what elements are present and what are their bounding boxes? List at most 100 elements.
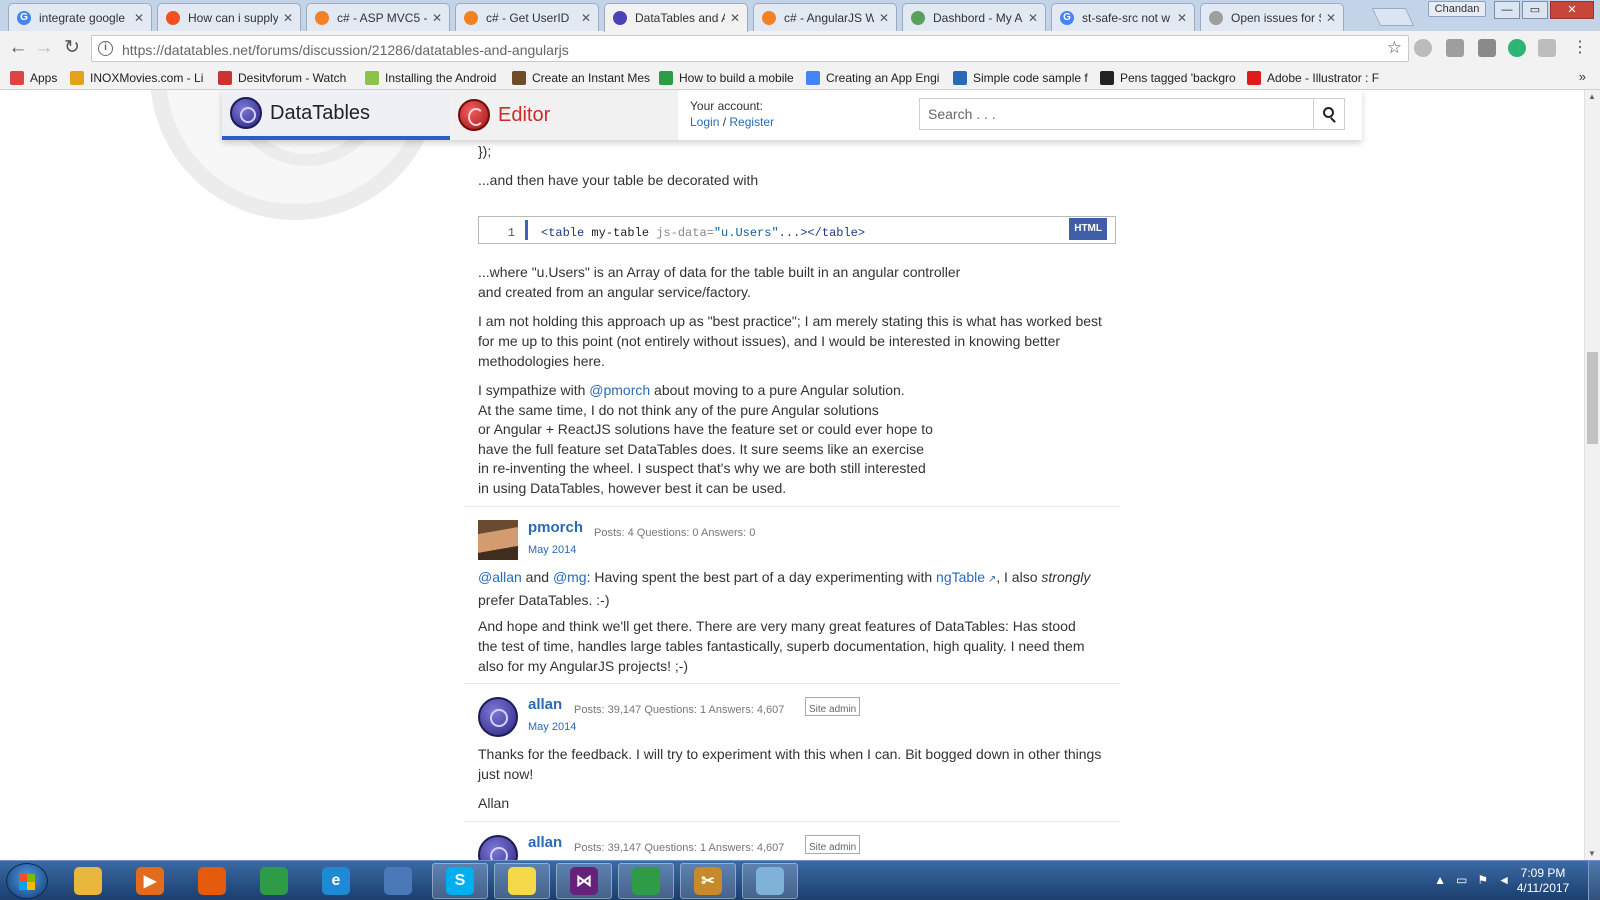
globe-extension-icon[interactable] (1414, 39, 1432, 57)
author-name[interactable]: allan (528, 833, 562, 853)
bookmarks-overflow-icon[interactable]: » (1579, 69, 1586, 84)
mention-pmorch-link[interactable]: @pmorch (589, 382, 650, 398)
taskbar-app[interactable] (742, 863, 798, 899)
author-name[interactable]: pmorch (528, 518, 583, 538)
para3-line1: I sympathize with @pmorch about moving t… (478, 380, 1118, 400)
url-text[interactable]: https://datatables.net/forums/discussion… (122, 42, 569, 58)
chrome-menu-icon[interactable]: ⋮ (1568, 37, 1592, 61)
bookmark-item[interactable]: Pens tagged 'backgro (1100, 69, 1240, 87)
profile-button[interactable]: Chandan (1428, 1, 1486, 17)
upload-extension-icon[interactable] (1538, 39, 1556, 57)
bookmark-item[interactable]: Creating an App Engi (806, 69, 946, 87)
inox-icon (70, 71, 84, 85)
forward-button[interactable]: → (32, 37, 56, 61)
volume-icon[interactable]: ◄ (1498, 873, 1510, 887)
browser-tab[interactable]: c# - ASP MVC5 - ✕ (306, 3, 450, 31)
site-info-icon[interactable]: i (98, 41, 113, 56)
taskbar-app[interactable] (184, 863, 240, 899)
author-name[interactable]: allan (528, 695, 562, 715)
scroll-down-icon[interactable]: ▼ (1588, 849, 1596, 858)
browser-tab[interactable]: c# - Get UserID ✕ (455, 3, 599, 31)
taskbar-app[interactable] (494, 863, 550, 899)
bookmark-item[interactable]: INOXMovies.com - Li (70, 69, 210, 87)
taskbar-app[interactable]: e (308, 863, 364, 899)
code-gutter-bar (525, 220, 528, 240)
mention-allan-link[interactable]: @allan (478, 569, 522, 585)
browser-tab[interactable]: DataTables and A ✕ (604, 3, 748, 32)
browser-tab[interactable]: c# - AngularJS W ✕ (753, 3, 897, 31)
ngtable-link[interactable]: ngTable (936, 569, 985, 585)
clock-date: 4/11/2017 (1516, 881, 1570, 895)
bookmark-item[interactable]: How to build a mobile (659, 69, 799, 87)
search-button[interactable] (1313, 99, 1344, 129)
code-language-badge[interactable]: HTML (1069, 218, 1107, 240)
bookmark-star-icon[interactable]: ☆ (1387, 38, 1402, 58)
pmorch-para1: @allan and @mg: Having spent the best pa… (478, 567, 1108, 610)
show-desktop-button[interactable] (1588, 861, 1600, 900)
page-scrollbar[interactable]: ▲ ▼ (1584, 90, 1600, 860)
taskbar-app[interactable] (618, 863, 674, 899)
browser-tab[interactable]: How can i supply ✕ (157, 3, 301, 31)
action-center-icon[interactable]: ⚑ (1477, 873, 1488, 887)
grammar-extension-icon[interactable] (1446, 39, 1464, 57)
back-button[interactable]: ← (6, 37, 30, 61)
allan-para1: Thanks for the feedback. I will try to e… (478, 746, 1102, 782)
reload-button[interactable]: ↻ (60, 37, 84, 61)
avatar[interactable] (478, 697, 518, 737)
browser-tab[interactable]: Dashbord - My A ✕ (902, 3, 1046, 31)
start-button[interactable] (6, 863, 48, 899)
maximize-button[interactable]: ▭ (1522, 1, 1548, 19)
taskbar-app[interactable] (60, 863, 116, 899)
tab-title: Open issues for S (1231, 10, 1321, 25)
close-tab-icon[interactable]: ✕ (1325, 11, 1337, 25)
register-link[interactable]: Register (729, 115, 774, 129)
login-link[interactable]: Login (690, 115, 719, 129)
new-tab-button[interactable] (1371, 8, 1415, 26)
bookmark-item[interactable]: Adobe - Illustrator : F (1247, 69, 1387, 87)
close-tab-icon[interactable]: ✕ (133, 11, 145, 25)
tray-expand-icon[interactable]: ▲ (1434, 873, 1446, 887)
editor-nav-tab[interactable]: Editor (450, 90, 678, 140)
network-icon[interactable]: ▭ (1456, 873, 1467, 887)
taskbar-app[interactable] (370, 863, 426, 899)
taskbar-app[interactable]: ⋈ (556, 863, 612, 899)
taskbar-app[interactable]: ✂ (680, 863, 736, 899)
bookmark-item[interactable]: Create an Instant Mes (512, 69, 652, 87)
close-tab-icon[interactable]: ✕ (431, 11, 443, 25)
close-tab-icon[interactable]: ✕ (282, 11, 294, 25)
close-tab-icon[interactable]: ✕ (729, 11, 741, 25)
taskbar-app[interactable]: ▶ (122, 863, 178, 899)
post-date[interactable]: May 2014 (528, 540, 576, 560)
bookmark-item[interactable]: Apps (10, 69, 62, 87)
datatables-brand-label: DataTables (270, 101, 371, 124)
close-tab-icon[interactable]: ✕ (1027, 11, 1039, 25)
clock[interactable]: 7:09 PM 4/11/2017 (1510, 866, 1576, 896)
code-attr-plain: my-table (584, 226, 657, 240)
pmorch-para2: And hope and think we'll get there. Ther… (478, 618, 1085, 674)
close-tab-icon[interactable]: ✕ (878, 11, 890, 25)
close-window-button[interactable]: ✕ (1550, 1, 1594, 19)
browser-tab[interactable]: Open issues for S ✕ (1200, 3, 1344, 31)
mention-mg-link[interactable]: @mg (553, 569, 587, 585)
close-tab-icon[interactable]: ✕ (580, 11, 592, 25)
taskbar-app[interactable] (246, 863, 302, 899)
para3-line2: At the same time, I do not think any of … (478, 402, 879, 418)
green-extension-icon[interactable] (1508, 39, 1526, 57)
bookmark-item[interactable]: Simple code sample f (953, 69, 1093, 87)
minimize-button[interactable]: — (1494, 1, 1520, 19)
scrollbar-thumb[interactable] (1587, 352, 1598, 444)
address-bar[interactable]: i https://datatables.net/forums/discussi… (91, 35, 1409, 62)
bookmark-item[interactable]: Desitvforum - Watch (218, 69, 358, 87)
scroll-up-icon[interactable]: ▲ (1588, 92, 1596, 101)
browser-tab[interactable]: Gst-safe-src not w ✕ (1051, 3, 1195, 31)
close-tab-icon[interactable]: ✕ (1176, 11, 1188, 25)
post-date[interactable]: May 2014 (528, 717, 576, 737)
browser-tab[interactable]: Gintegrate google ✕ (8, 3, 152, 31)
camera-extension-icon[interactable] (1478, 39, 1496, 57)
search-input[interactable] (920, 99, 1314, 129)
bookmark-item[interactable]: Installing the Android (365, 69, 505, 87)
datatables-nav-tab[interactable]: DataTables (222, 90, 450, 140)
avatar[interactable] (478, 835, 518, 860)
taskbar-app[interactable]: S (432, 863, 488, 899)
avatar[interactable] (478, 520, 518, 560)
